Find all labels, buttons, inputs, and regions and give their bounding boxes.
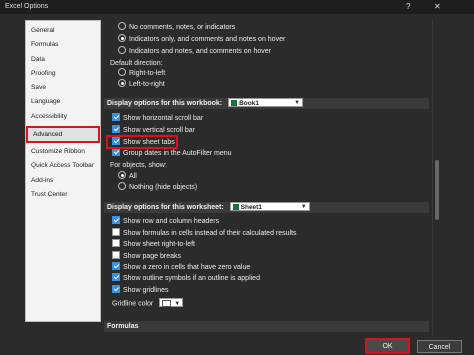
- sheet-icon: [232, 203, 239, 210]
- option-show-outline-symbols-label: Show outline symbols if an outline is ap…: [123, 275, 260, 282]
- sidebar-item-general[interactable]: General: [26, 24, 100, 38]
- ok-button[interactable]: OK: [365, 338, 410, 354]
- checkbox[interactable]: [112, 262, 120, 271]
- option-show-vertical-scroll-bar-label: Show vertical scroll bar: [123, 127, 195, 134]
- option-show-formulas-label: Show formulas in cells instead of their …: [123, 230, 297, 237]
- sidebar-item-save[interactable]: Save: [26, 81, 100, 95]
- option-show-outline-symbols[interactable]: Show outline symbols if an outline is ap…: [112, 273, 260, 284]
- option-show-page-breaks[interactable]: Show page breaks: [112, 251, 181, 262]
- option-show-sheet-right-to-left-label: Show sheet right-to-left: [123, 241, 195, 248]
- checkbox[interactable]: [112, 273, 120, 282]
- radio-button[interactable]: [118, 22, 126, 31]
- sidebar-item-proofing[interactable]: Proofing: [26, 67, 100, 81]
- help-icon[interactable]: ?: [406, 2, 410, 11]
- comments-option-indicators-and-notes[interactable]: Indicators and notes, and comments on ho…: [118, 46, 272, 57]
- window-title: Excel Options: [5, 3, 49, 10]
- sidebar-item-add-ins[interactable]: Add-ins: [26, 174, 100, 188]
- default-direction-label: Default direction:: [110, 60, 163, 67]
- excel-options-dialog: Excel Options ? ✕ General Formulas Data …: [0, 0, 474, 355]
- comments-option-none-label: No comments, notes, or indicators: [129, 24, 236, 31]
- comments-option-none[interactable]: No comments, notes, or indicators: [118, 22, 236, 33]
- option-show-gridlines-label: Show gridlines: [123, 287, 169, 294]
- option-show-gridlines[interactable]: Show gridlines: [112, 285, 169, 296]
- comments-option-indicators-only[interactable]: Indicators only, and comments and notes …: [118, 34, 286, 45]
- worksheet-display-section-title: Display options for this worksheet:: [107, 204, 224, 211]
- paint-bucket-icon: [162, 300, 172, 307]
- objects-show-all[interactable]: All: [118, 171, 137, 182]
- cancel-button[interactable]: Cancel: [417, 340, 462, 353]
- sidebar-item-language[interactable]: Language: [26, 95, 100, 109]
- radio-button[interactable]: [118, 171, 126, 180]
- excel-workbook-icon: [231, 99, 238, 106]
- option-show-zero-values[interactable]: Show a zero in cells that have zero valu…: [112, 262, 251, 273]
- panel-scrollbar[interactable]: [432, 20, 441, 336]
- title-bar: Excel Options ? ✕: [0, 0, 474, 14]
- checkbox[interactable]: [112, 228, 120, 237]
- radio-button[interactable]: [118, 34, 126, 43]
- formulas-section-header: Formulas: [104, 321, 429, 332]
- highlight-show-sheet-tabs: [106, 135, 178, 149]
- sidebar-item-data[interactable]: Data: [26, 53, 100, 67]
- worksheet-display-section-header: Display options for this worksheet: Shee…: [104, 201, 429, 213]
- objects-show-label: For objects, show:: [110, 162, 167, 169]
- objects-show-nothing[interactable]: Nothing (hide objects): [118, 182, 198, 193]
- option-show-horizontal-scroll-bar[interactable]: Show horizontal scroll bar: [112, 113, 204, 124]
- option-group-dates-autofilter-label: Group dates in the AutoFilter menu: [123, 150, 232, 157]
- option-group-dates-autofilter[interactable]: Group dates in the AutoFilter menu: [112, 148, 232, 159]
- chevron-down-icon: ▼: [300, 203, 307, 210]
- checkbox[interactable]: [112, 148, 120, 157]
- radio-button[interactable]: [118, 79, 126, 88]
- checkbox[interactable]: [112, 216, 120, 225]
- checkbox[interactable]: [112, 285, 120, 294]
- advanced-options-panel: No comments, notes, or indicators Indica…: [104, 20, 429, 336]
- radio-button[interactable]: [118, 68, 126, 77]
- sidebar-item-quick-access-toolbar[interactable]: Quick Access Toolbar: [26, 159, 100, 173]
- option-show-row-column-headers[interactable]: Show row and column headers: [112, 216, 220, 227]
- sidebar-item-formulas[interactable]: Formulas: [26, 38, 100, 52]
- option-show-zero-values-label: Show a zero in cells that have zero valu…: [123, 264, 251, 271]
- sidebar-item-trust-center[interactable]: Trust Center: [26, 188, 100, 202]
- worksheet-select-value: Sheet1: [240, 203, 262, 211]
- option-show-formulas[interactable]: Show formulas in cells instead of their …: [112, 228, 297, 239]
- checkbox[interactable]: [112, 113, 120, 122]
- objects-show-nothing-label: Nothing (hide objects): [129, 184, 198, 191]
- options-sidebar: General Formulas Data Proofing Save Lang…: [25, 20, 101, 322]
- option-show-horizontal-scroll-bar-label: Show horizontal scroll bar: [123, 115, 204, 122]
- direction-left-to-right-label: Left-to-right: [129, 81, 165, 88]
- sidebar-item-accessibility[interactable]: Accessibility: [26, 110, 100, 124]
- sidebar-item-customize-ribbon[interactable]: Customize Ribbon: [26, 145, 100, 159]
- workbook-select-value: Book1: [239, 99, 259, 107]
- gridline-color-row: Gridline color ▼: [112, 298, 184, 309]
- option-show-row-column-headers-label: Show row and column headers: [123, 218, 220, 225]
- comments-option-indicators-only-label: Indicators only, and comments and notes …: [129, 36, 286, 43]
- close-icon[interactable]: ✕: [434, 2, 441, 11]
- gridline-color-label: Gridline color: [112, 300, 154, 308]
- worksheet-select-dropdown[interactable]: Sheet1 ▼: [229, 201, 310, 211]
- checkbox[interactable]: [112, 125, 120, 134]
- checkbox[interactable]: [112, 251, 120, 260]
- objects-show-all-label: All: [129, 173, 137, 180]
- direction-right-to-left[interactable]: Right-to-left: [118, 68, 166, 79]
- gridline-color-picker[interactable]: ▼: [159, 298, 184, 307]
- direction-left-to-right[interactable]: Left-to-right: [118, 79, 165, 90]
- option-show-sheet-right-to-left[interactable]: Show sheet right-to-left: [112, 239, 195, 250]
- sidebar-item-advanced[interactable]: Advanced: [26, 126, 100, 144]
- workbook-select-dropdown[interactable]: Book1 ▼: [228, 97, 304, 107]
- chevron-down-icon: ▼: [294, 99, 301, 106]
- option-show-page-breaks-label: Show page breaks: [123, 253, 181, 260]
- direction-right-to-left-label: Right-to-left: [129, 70, 166, 77]
- radio-button[interactable]: [118, 182, 126, 191]
- checkbox[interactable]: [112, 239, 120, 248]
- workbook-display-section-title: Display options for this workbook:: [107, 100, 223, 107]
- chevron-down-icon: ▼: [174, 301, 181, 307]
- radio-button[interactable]: [118, 46, 126, 55]
- scrollbar-thumb[interactable]: [435, 160, 439, 220]
- workbook-display-section-header: Display options for this workbook: Book1…: [104, 97, 429, 109]
- comments-option-indicators-and-notes-label: Indicators and notes, and comments on ho…: [129, 48, 272, 55]
